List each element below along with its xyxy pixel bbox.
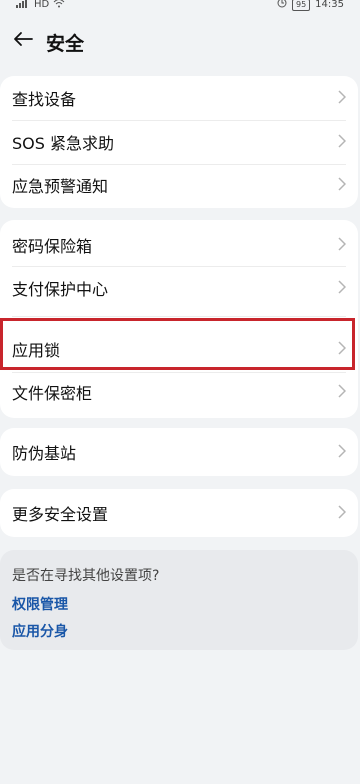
suggestions-card: 是否在寻找其他设置项? 权限管理 应用分身 — [0, 550, 358, 650]
suggestions-question: 是否在寻找其他设置项? — [12, 568, 160, 584]
status-bar: HD 95 14:35 — [0, 0, 360, 14]
carrier-label: HD — [34, 0, 50, 10]
chevron-right-icon — [338, 236, 347, 255]
list-item-label: 应用锁 — [12, 341, 61, 360]
list-item-find-device[interactable]: 查找设备 — [0, 78, 358, 118]
list-item-label: 防伪基站 — [12, 444, 77, 463]
settings-group-3: 防伪基站 — [0, 428, 358, 476]
list-item-label: 支付保护中心 — [12, 280, 109, 299]
settings-group-4: 更多安全设置 — [0, 489, 358, 537]
link-permission-management[interactable]: 权限管理 — [12, 594, 68, 614]
alarm-icon — [277, 0, 287, 11]
chevron-right-icon — [338, 504, 347, 523]
list-item-more-security[interactable]: 更多安全设置 — [0, 493, 358, 533]
chevron-right-icon — [338, 383, 347, 402]
settings-group-1: 查找设备 SOS 紧急求助 应急预警通知 — [0, 76, 358, 208]
list-item-payment-protection[interactable]: 支付保护中心 — [0, 268, 358, 308]
list-item-emergency-alerts[interactable]: 应急预警通知 — [0, 165, 358, 205]
top-app-bar: 安全 — [0, 24, 360, 60]
list-item-label: SOS 紧急求助 — [12, 134, 114, 153]
link-app-twin[interactable]: 应用分身 — [12, 621, 68, 641]
divider — [12, 120, 346, 121]
back-button[interactable] — [10, 28, 36, 54]
chevron-right-icon — [338, 443, 347, 462]
clock: 14:35 — [315, 0, 344, 10]
battery-indicator: 95 — [291, 0, 311, 11]
chevron-right-icon — [338, 133, 347, 152]
chevron-right-icon — [338, 279, 347, 298]
chevron-right-icon — [338, 176, 347, 195]
chevron-right-icon — [338, 89, 347, 108]
list-item-anti-fake-station[interactable]: 防伪基站 — [0, 432, 358, 472]
list-item-label: 文件保密柜 — [12, 384, 93, 403]
list-item-app-lock[interactable]: 应用锁 — [0, 329, 358, 369]
divider — [12, 266, 346, 267]
list-item-label: 应急预警通知 — [12, 177, 109, 196]
wifi-icon — [53, 0, 65, 11]
arrow-left-icon — [13, 31, 33, 51]
signal-icon — [16, 0, 30, 11]
list-item-password-vault[interactable]: 密码保险箱 — [0, 225, 358, 265]
list-item-label: 更多安全设置 — [12, 505, 109, 524]
settings-group-2: 密码保险箱 支付保护中心 应用锁 文件保密柜 — [0, 220, 358, 418]
list-item-sos[interactable]: SOS 紧急求助 — [0, 122, 358, 162]
list-item-file-safe[interactable]: 文件保密柜 — [0, 372, 358, 412]
chevron-right-icon — [338, 340, 347, 359]
page-title: 安全 — [46, 33, 85, 55]
list-item-label: 密码保险箱 — [12, 237, 93, 256]
list-item-label: 查找设备 — [12, 90, 77, 109]
divider — [12, 316, 346, 317]
